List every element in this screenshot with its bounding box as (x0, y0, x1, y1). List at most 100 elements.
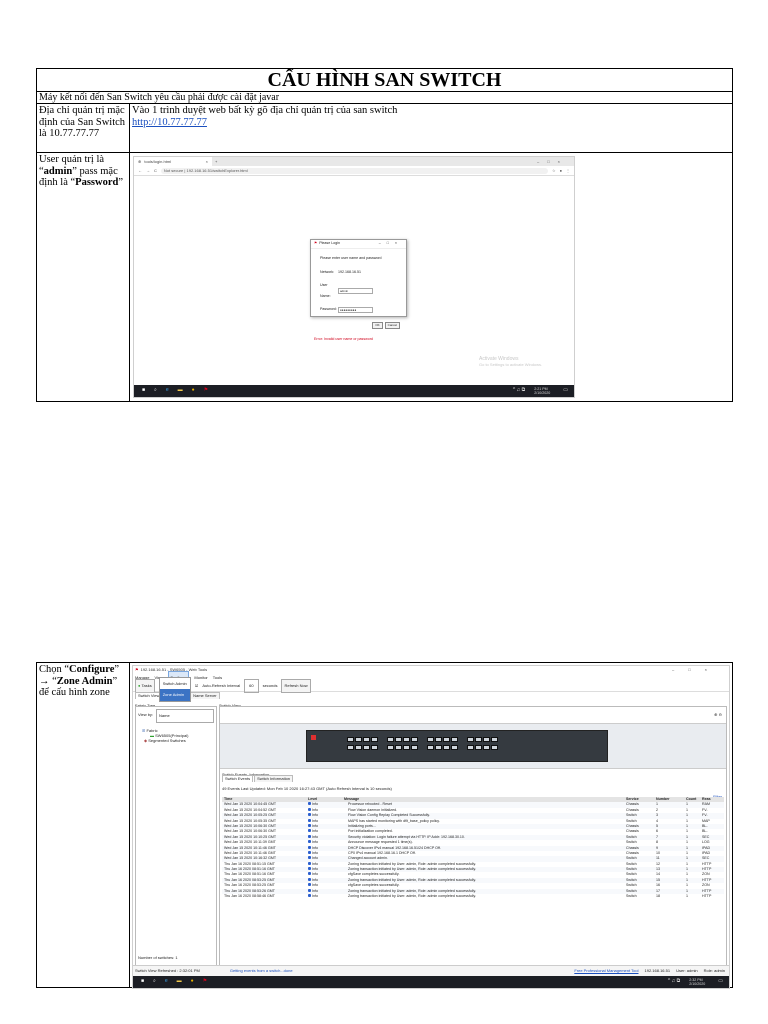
username-field[interactable]: admin (338, 288, 373, 294)
port[interactable] (435, 745, 442, 750)
port[interactable] (403, 745, 410, 750)
port[interactable] (395, 745, 402, 750)
windows-start-icon[interactable]: ■ (142, 385, 145, 397)
edge-icon[interactable]: e (165, 976, 168, 988)
port[interactable] (371, 745, 378, 750)
login-dialog-titlebar: ⚑ Please Login –□× (311, 240, 406, 249)
new-tab-icon[interactable]: + (215, 157, 217, 167)
table-row[interactable]: Thu Jan 16 2020 08:58:46 GMT Info Zoning t… (222, 894, 724, 899)
port[interactable] (475, 745, 482, 750)
port[interactable] (491, 737, 498, 742)
menu-icon[interactable]: ⋮ (566, 165, 570, 177)
port[interactable] (363, 737, 370, 742)
webtools-statusbar: Switch View Refreshed : 2:32:01 PM Getti… (133, 965, 729, 976)
forward-icon[interactable]: → (146, 165, 150, 177)
port[interactable] (347, 745, 354, 750)
webtools-titlebar: ⚑ 192.168.16.51 - SW6505 - Web Tools –□× (133, 666, 729, 674)
file-explorer-icon[interactable]: ▬ (177, 976, 182, 988)
webtools-screenshot: ⚑ 192.168.16.51 - SW6505 - Web Tools –□×… (132, 665, 730, 989)
zone-admin-menu-item[interactable]: Zone Admin (159, 689, 190, 701)
webtools-window-controls[interactable]: –□× (672, 666, 721, 676)
port[interactable] (443, 737, 450, 742)
port[interactable] (387, 745, 394, 750)
port[interactable] (347, 737, 354, 742)
configure-dropdown: Switch Admin Zone Admin (158, 676, 191, 702)
zone-label-cell: Chọn “Configure” → “Zone Admin” để cấu h… (37, 663, 130, 987)
port[interactable] (427, 745, 434, 750)
edge-icon[interactable]: e (166, 385, 169, 397)
cell-service: Switch (626, 894, 637, 899)
cell-level: Info (312, 894, 318, 899)
info-icon (308, 856, 311, 860)
view-by-select[interactable]: Name (156, 709, 214, 723)
brocade-app-icon[interactable]: ⚑ (203, 976, 207, 988)
taskbar-clock[interactable]: 2:32 PM 2/10/2020 (689, 978, 705, 986)
info-icon (308, 802, 311, 806)
port[interactable] (451, 745, 458, 750)
dialog-window-controls[interactable]: –□× (379, 238, 403, 250)
network-label: Network: (320, 269, 335, 274)
cancel-button[interactable]: Cancel (384, 321, 400, 329)
port[interactable] (355, 745, 362, 750)
port[interactable] (355, 737, 362, 742)
port[interactable] (475, 737, 482, 742)
port[interactable] (371, 737, 378, 742)
port[interactable] (387, 737, 394, 742)
notification-icon[interactable]: ▭ (563, 385, 568, 397)
login-user: admin (43, 165, 73, 177)
windows-taskbar: ■ ⌕ e ▬ ● ⚑ ^ ♫ ⧉ 2:21 PM 2/10/2020 ▭ (134, 385, 574, 397)
port[interactable] (483, 745, 490, 750)
port[interactable] (427, 737, 434, 742)
port[interactable] (403, 737, 410, 742)
tasks-button[interactable]: ● Tasks (135, 679, 155, 693)
notification-icon[interactable]: ▭ (718, 976, 723, 988)
tray-icons[interactable]: ^ ♫ ⧉ (513, 385, 525, 397)
back-icon[interactable]: ← (138, 165, 142, 177)
port[interactable] (491, 745, 498, 750)
switch-chassis[interactable] (306, 730, 608, 762)
brocade-app-icon[interactable]: ⚑ (204, 385, 208, 397)
tab-switch-events[interactable]: Switch Events (222, 775, 254, 782)
view-by-row: View by: Name (136, 707, 216, 725)
management-url-link[interactable]: http://10.77.77.77 (132, 117, 207, 128)
reload-icon[interactable]: C (154, 165, 157, 177)
taskbar-clock[interactable]: 2:21 PM 2/10/2020 (534, 387, 550, 395)
search-icon[interactable]: ⌕ (154, 385, 157, 397)
port[interactable] (467, 745, 474, 750)
view-tabs: Switch View Port Admin Name Server (133, 692, 729, 699)
port[interactable] (363, 745, 370, 750)
star-icon[interactable]: ☆ (552, 165, 556, 177)
port[interactable] (483, 737, 490, 742)
url-input[interactable]: Not secure | 192.168.16.51/switchExplore… (160, 167, 548, 174)
port[interactable] (395, 737, 402, 742)
password-field[interactable]: ●●●●●●●●● (338, 306, 373, 313)
port[interactable] (411, 737, 418, 742)
tab-switch-information[interactable]: Switch Information (254, 775, 294, 782)
tray-icons[interactable]: ^ ♫ ⧉ (668, 976, 680, 988)
auto-refresh-checkbox[interactable]: ☑ (195, 680, 199, 692)
chrome-icon[interactable]: ● (192, 385, 195, 397)
zoom-icons[interactable]: ⊕ ⊖ (714, 709, 722, 721)
file-explorer-icon[interactable]: ▬ (178, 385, 183, 397)
webtools-screenshot-cell: ⚑ 192.168.16.51 - SW6505 - Web Tools –□×… (130, 663, 732, 989)
ok-button[interactable]: OK (372, 321, 383, 329)
refresh-interval-input[interactable]: 60 (244, 679, 259, 693)
switch-admin-menu-item[interactable]: Switch Admin (160, 678, 190, 690)
port[interactable] (443, 745, 450, 750)
login-pass: Password (75, 177, 119, 188)
cell-reason: HTTP (702, 894, 712, 899)
info-icon (308, 829, 311, 833)
refresh-now-button[interactable]: Refresh Now (281, 679, 311, 693)
search-icon[interactable]: ⌕ (153, 976, 156, 988)
port[interactable] (411, 745, 418, 750)
chrome-icon[interactable]: ● (191, 976, 194, 988)
windows-start-icon[interactable]: ■ (141, 976, 144, 988)
cell-count: 1 (686, 894, 688, 899)
tree-node-segmented[interactable]: ◆ Segmented Switches (142, 738, 214, 743)
tab-name-server[interactable]: Name Server (190, 692, 220, 699)
close-icon[interactable]: × (206, 157, 208, 167)
port[interactable] (467, 737, 474, 742)
port[interactable] (435, 737, 442, 742)
account-icon[interactable]: ● (560, 165, 562, 177)
port[interactable] (451, 737, 458, 742)
